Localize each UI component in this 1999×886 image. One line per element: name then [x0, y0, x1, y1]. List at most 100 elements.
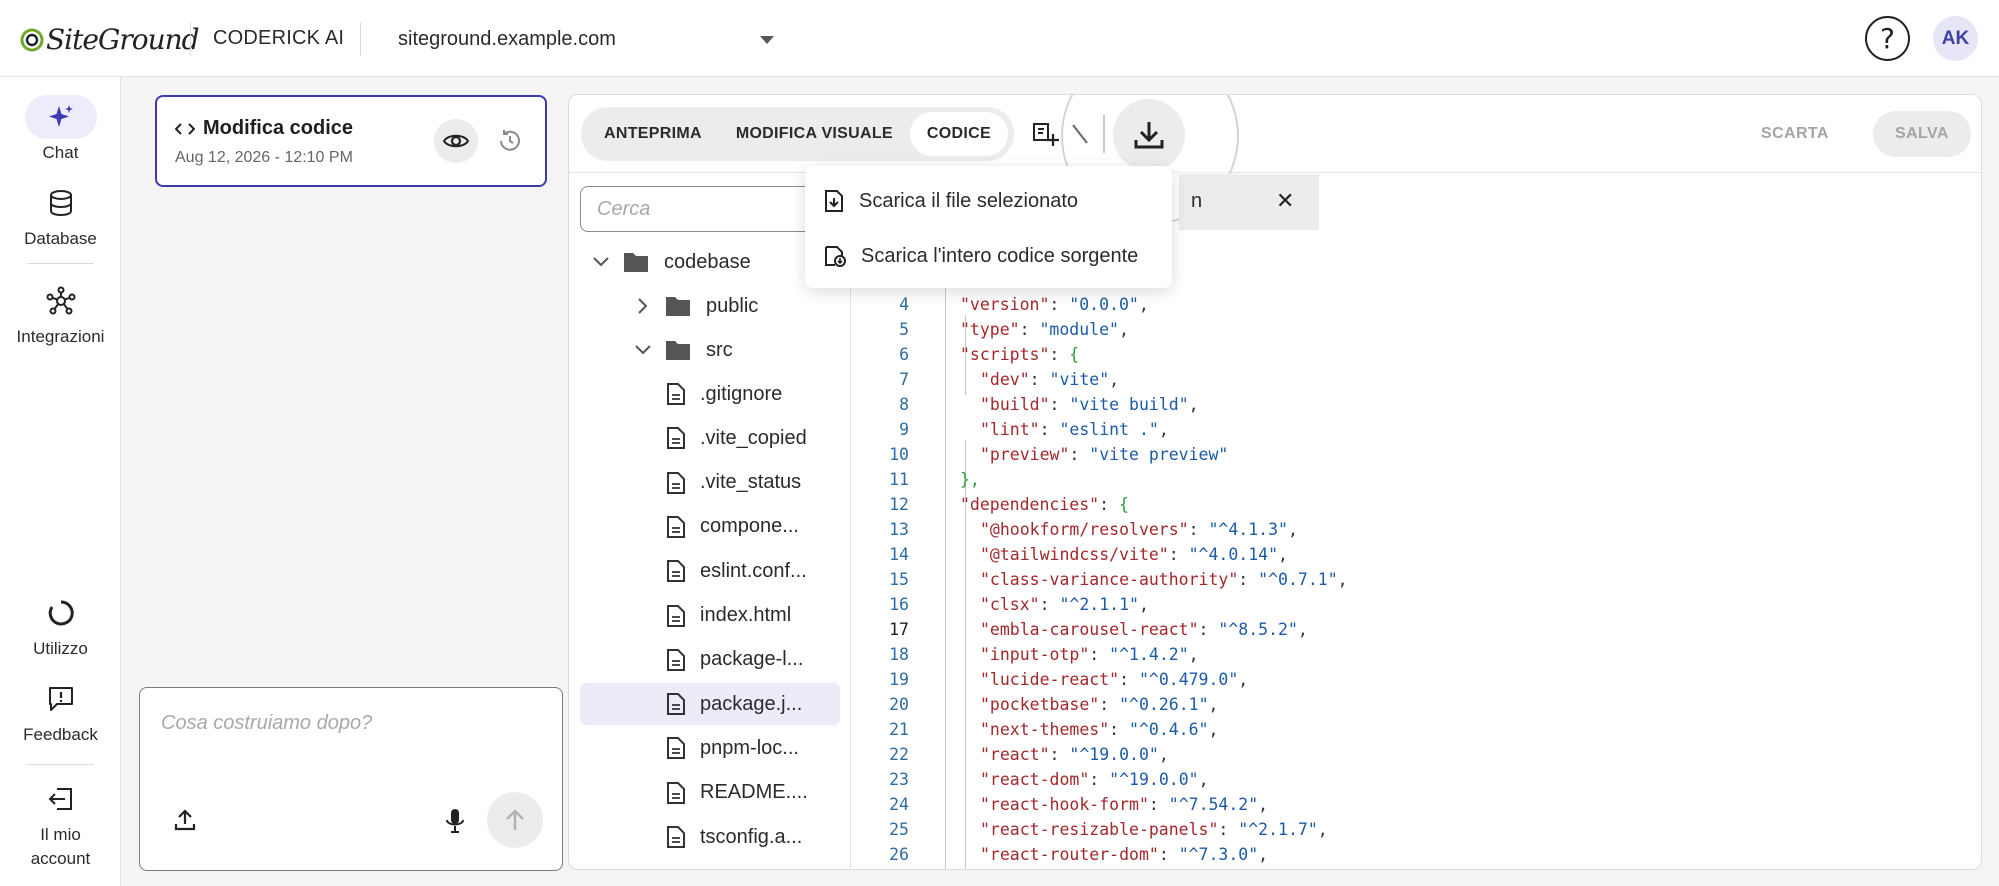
tree-item-label: .vite_status — [700, 471, 802, 494]
menu-item-label: Scarica l'intero codice sorgente — [861, 244, 1139, 267]
colon: : — [1049, 745, 1070, 764]
json-key: "dev" — [980, 370, 1030, 389]
rail-divider — [27, 263, 94, 264]
colon: : — [1049, 395, 1070, 414]
tree-file[interactable]: tsconfig.a... — [580, 816, 840, 858]
rail-item-chat[interactable]: Chat — [0, 95, 121, 165]
feedback-icon — [25, 677, 97, 721]
save-button[interactable]: SALVA — [1873, 111, 1971, 157]
tree-item-label: README.... — [700, 781, 808, 804]
rail-item-integrations[interactable]: Integrazioni — [0, 279, 121, 349]
chevron-right-icon — [632, 295, 654, 317]
send-button[interactable] — [487, 792, 543, 848]
file-icon — [662, 557, 690, 585]
discard-button[interactable]: SCARTA — [1761, 111, 1829, 157]
code-line: 13 "@hookform/resolvers": "^4.1.3", — [852, 520, 1981, 545]
file-search-input[interactable]: Cerca — [580, 186, 840, 232]
tree-file[interactable]: .gitignore — [580, 373, 840, 415]
json-value: "^2.1.1" — [1059, 595, 1139, 614]
database-icon — [25, 181, 97, 225]
code-line: 23 "react-dom": "^19.0.0", — [852, 770, 1981, 795]
json-value: "^4.1.3" — [1208, 520, 1288, 539]
integrations-icon — [25, 279, 97, 323]
prompt-input[interactable]: Cosa costruiamo dopo? — [139, 687, 563, 871]
code-text: }, — [960, 470, 980, 489]
code-line: 24 "react-hook-form": "^7.54.2", — [852, 795, 1981, 820]
tree-folder-codebase[interactable]: codebase — [580, 241, 840, 283]
siteground-logo[interactable]: SiteGround — [20, 22, 200, 56]
json-value: "^0.479.0" — [1138, 670, 1239, 689]
punctuation: , — [1109, 370, 1120, 389]
tab-visual-edit[interactable]: MODIFICA VISUALE — [719, 112, 910, 156]
avatar[interactable]: AK — [1933, 16, 1978, 61]
colon: : — [1099, 695, 1120, 714]
microphone-button[interactable] — [443, 806, 471, 838]
help-button[interactable]: ? — [1865, 16, 1910, 61]
tree-file[interactable]: package.j... — [580, 683, 840, 726]
file-icon — [662, 779, 690, 807]
json-value: "^19.0.0" — [1109, 770, 1199, 789]
add-note-icon — [1033, 123, 1059, 146]
json-key: "type" — [960, 320, 1020, 339]
json-key: "class-variance-authority" — [980, 570, 1239, 589]
line-number: 16 — [889, 595, 909, 614]
json-key: "@tailwindcss/vite" — [980, 545, 1169, 564]
preview-version-button[interactable] — [434, 119, 478, 163]
tree-file[interactable]: pnpm-loc... — [580, 727, 840, 769]
tree-item-label: .vite_copied — [700, 426, 807, 449]
rail-item-usage[interactable]: Utilizzo — [0, 591, 121, 661]
code-text: "clsx": "^2.1.1", — [980, 595, 1149, 614]
tab-code[interactable]: CODICE — [909, 112, 1008, 156]
close-icon[interactable]: ✕ — [1276, 188, 1294, 214]
tab-preview[interactable]: ANTEPRIMA — [587, 112, 719, 156]
punctuation: { — [1118, 495, 1129, 514]
tree-file[interactable]: compone... — [580, 506, 840, 548]
site-selector[interactable]: siteground.example.com — [398, 24, 778, 54]
tree-file[interactable]: eslint.conf... — [580, 550, 840, 592]
code-text: "react-resizable-panels": "^2.1.7", — [980, 820, 1328, 839]
code-text: "lint": "eslint .", — [980, 420, 1169, 439]
json-key: "lucide-react" — [980, 670, 1120, 689]
menu-item-download-source-code[interactable]: Scarica l'intero codice sorgente — [823, 241, 1138, 271]
chevron-down-icon — [632, 339, 654, 361]
chevron-down-icon — [590, 251, 612, 273]
line-number: 23 — [889, 770, 909, 789]
json-value: "^19.0.0" — [1069, 745, 1159, 764]
logo-swirl-icon — [20, 28, 44, 52]
tree-file[interactable]: .vite_status — [580, 462, 840, 504]
code-line: 21 "next-themes": "^0.4.6", — [852, 720, 1981, 745]
line-number: 17 — [889, 620, 909, 639]
rail-item-database[interactable]: Database — [0, 181, 121, 251]
code-line: 9 "lint": "eslint .", — [852, 420, 1981, 445]
tree-file[interactable]: package-l... — [580, 639, 840, 681]
rail-item-feedback[interactable]: Feedback — [0, 677, 121, 747]
tree-folder-src[interactable]: src — [580, 329, 840, 371]
download-button[interactable] — [1113, 99, 1185, 171]
colon: : — [1089, 770, 1110, 789]
version-card[interactable]: Modifica codice Aug 12, 2026 - 12:10 PM — [155, 95, 547, 187]
code-line: 12 "dependencies": { — [852, 495, 1981, 520]
code-text: "input-otp": "^1.4.2", — [980, 645, 1199, 664]
new-file-button[interactable] — [1029, 118, 1061, 150]
restore-version-button[interactable] — [488, 119, 532, 163]
arrow-up-icon — [506, 809, 524, 830]
open-file-tab-label: n — [1191, 190, 1203, 212]
tree-file[interactable]: .vite_copied — [580, 417, 840, 459]
colon: : — [1029, 370, 1050, 389]
tree-folder-public[interactable]: public — [580, 285, 840, 327]
colon: : — [1148, 795, 1169, 814]
open-file-tab[interactable]: n ✕ — [1179, 174, 1319, 230]
menu-item-download-selected-file[interactable]: Scarica il file selezionato — [823, 186, 1078, 216]
code-line: 5 "type": "module", — [852, 320, 1981, 345]
rail-item-account[interactable]: Il mio account — [0, 777, 121, 871]
code-view[interactable]: 4 "version": "0.0.0", 5 "type": "module", 6 "… — [852, 230, 1981, 869]
json-value: "^2.1.7" — [1238, 820, 1318, 839]
tree-file[interactable]: index.html — [580, 595, 840, 637]
tree-item-label: public — [706, 294, 759, 317]
upload-button[interactable] — [173, 808, 201, 836]
rail-label-integrations: Integrazioni — [16, 327, 105, 346]
code-line: 4 "version": "0.0.0", — [852, 295, 1981, 320]
tree-file[interactable]: README.... — [580, 772, 840, 814]
code-text: "class-variance-authority": "^0.7.1", — [980, 570, 1348, 589]
json-key: "react" — [980, 745, 1050, 764]
